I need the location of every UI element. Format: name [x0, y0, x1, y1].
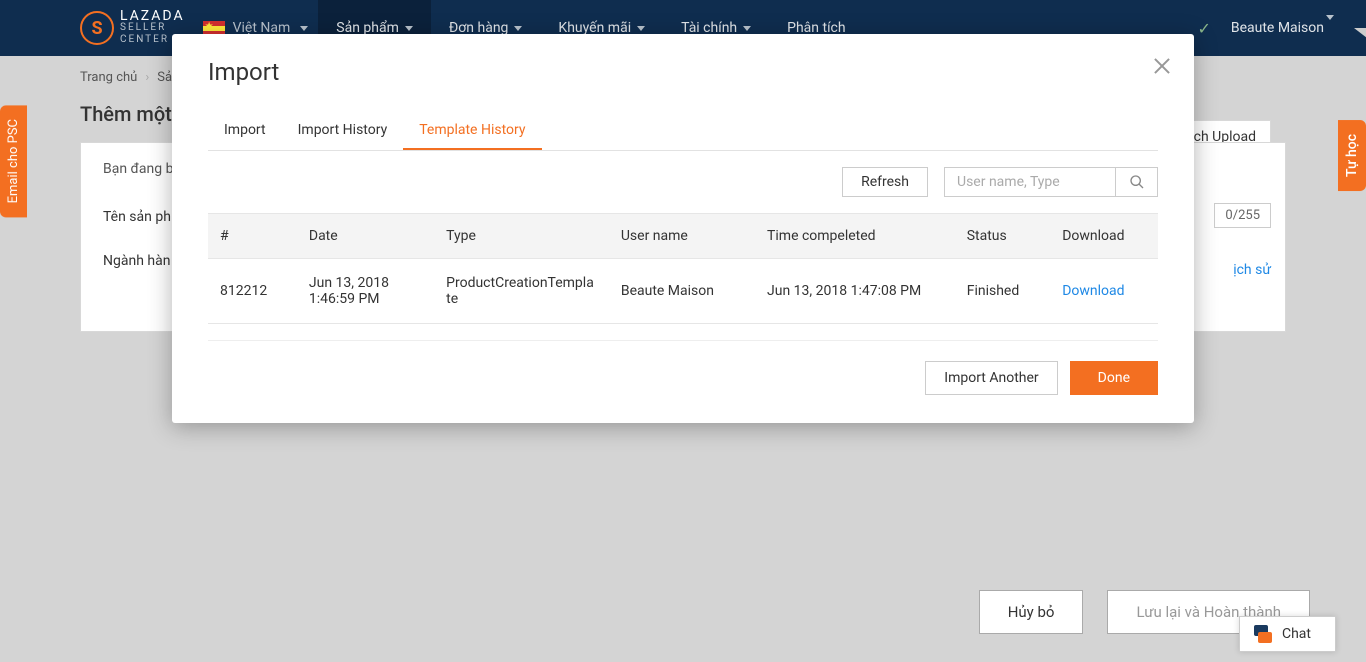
history-table: # Date Type User name Time compeleted St…	[208, 213, 1158, 324]
col-user: User name	[609, 214, 755, 259]
import-another-button[interactable]: Import Another	[925, 361, 1057, 395]
cell-user: Beaute Maison	[609, 259, 755, 324]
cell-completed: Jun 13, 2018 1:47:08 PM	[755, 259, 955, 324]
refresh-button[interactable]: Refresh	[842, 167, 928, 197]
modal-tabs: Import Import History Template History	[208, 112, 1158, 151]
table-header-row: # Date Type User name Time compeleted St…	[208, 214, 1158, 259]
separator	[208, 340, 1158, 341]
download-link[interactable]: Download	[1062, 283, 1124, 299]
close-icon[interactable]	[1152, 56, 1172, 76]
cell-date: Jun 13, 2018 1:46:59 PM	[297, 259, 434, 324]
cell-status: Finished	[955, 259, 1051, 324]
tab-template-history[interactable]: Template History	[403, 112, 541, 150]
search-wrap	[944, 167, 1158, 197]
import-modal: Import Import Import History Template Hi…	[172, 34, 1194, 423]
col-status: Status	[955, 214, 1051, 259]
tab-import-history[interactable]: Import History	[282, 112, 404, 150]
modal-footer: Import Another Done	[208, 361, 1158, 395]
col-date: Date	[297, 214, 434, 259]
search-button[interactable]	[1115, 168, 1157, 196]
search-icon	[1129, 174, 1145, 190]
col-completed: Time compeleted	[755, 214, 955, 259]
cell-type: ProductCreationTemplate	[434, 259, 609, 324]
done-button[interactable]: Done	[1070, 361, 1158, 395]
col-download: Download	[1050, 214, 1158, 259]
modal-overlay: Import Import Import History Template Hi…	[0, 0, 1366, 662]
search-input[interactable]	[945, 168, 1115, 196]
cell-id: 812212	[208, 259, 297, 324]
modal-title: Import	[208, 58, 1158, 86]
tab-import[interactable]: Import	[208, 112, 282, 150]
col-type: Type	[434, 214, 609, 259]
controls-row: Refresh	[208, 151, 1158, 213]
table-row: 812212 Jun 13, 2018 1:46:59 PM ProductCr…	[208, 259, 1158, 324]
col-id: #	[208, 214, 297, 259]
